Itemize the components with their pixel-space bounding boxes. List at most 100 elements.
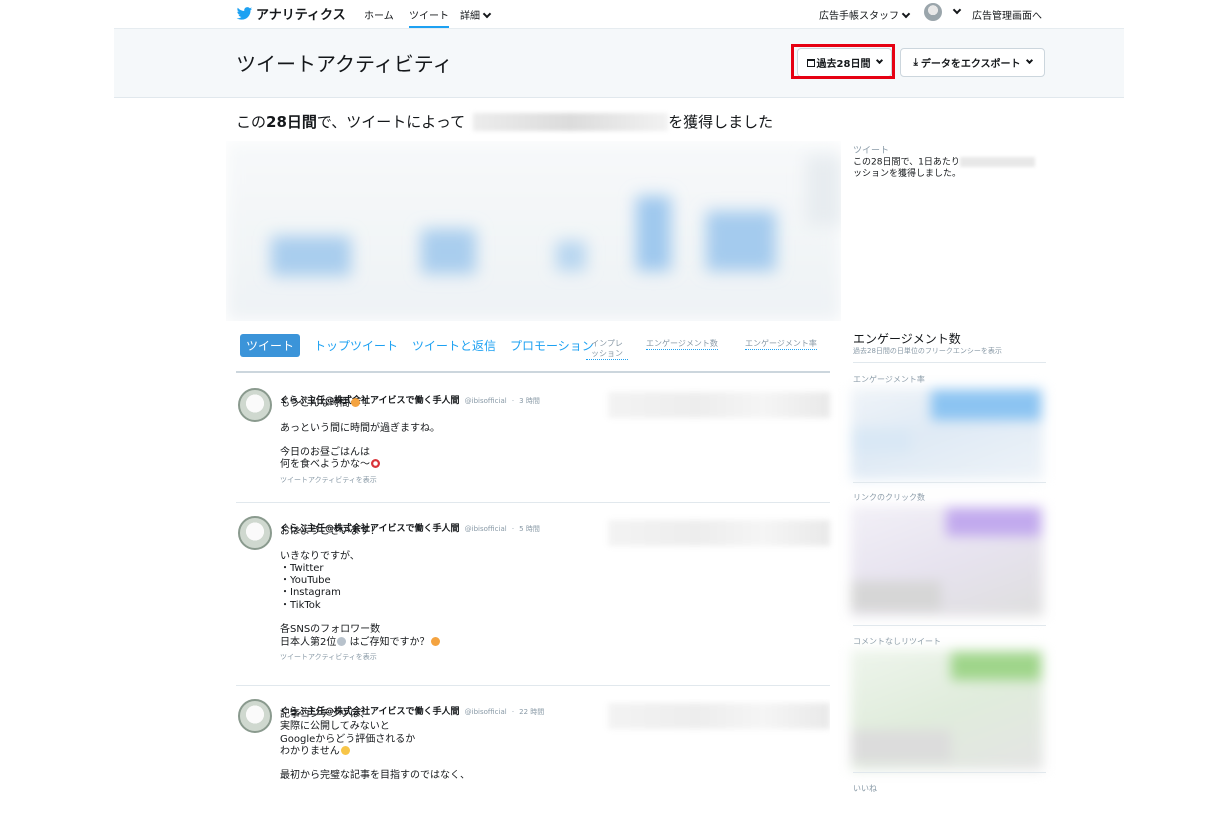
tweet-row[interactable]: ぐらぶ主任@株式会社アイビスで働く手人間 @ibisofficial · 3 時…: [236, 388, 830, 498]
tweet-line-text: 何を食べようかな〜: [280, 459, 370, 471]
panel-divider: [853, 362, 1046, 363]
twitter-bird-icon: [236, 6, 253, 20]
tweet-text: もうこんな時間 ！ あっという間に時間が過ぎますね。 今日のお昼ごはんは 何を食…: [280, 398, 440, 486]
panel-divider: [853, 772, 1046, 773]
chart-bar: [851, 730, 951, 762]
column-engagements[interactable]: エンゲージメント数: [646, 339, 718, 350]
tweet-time: 22 時間: [519, 708, 545, 716]
tweet-time: 3 時間: [519, 397, 540, 405]
column-engagement-rate[interactable]: エンゲージメント率: [745, 339, 817, 350]
nav-details-label: 詳細: [460, 11, 480, 22]
tweet-line: [280, 758, 470, 770]
tweet-line: ・Instagram: [280, 587, 341, 599]
chart-bar: [931, 390, 1041, 420]
tweet-handle: @ibisofficial: [464, 708, 507, 716]
page-title: ツイートアクティビティ: [236, 52, 453, 76]
highlight-box: [791, 44, 895, 79]
chart-bar: [636, 196, 671, 271]
impressions-chart: [226, 141, 841, 321]
tweet-metrics: [608, 520, 830, 546]
chart-bar: [946, 508, 1041, 536]
column-impressions[interactable]: インプレ ッション: [586, 339, 628, 360]
section-label: いいね: [853, 784, 877, 793]
chart-bar: [851, 428, 911, 453]
tweet-text: 記事コンテンツは、 実際に公開してみないと Googleからどう評価されるか わ…: [280, 709, 470, 783]
retweets-chart: [851, 650, 1043, 770]
export-data-button[interactable]: ⤓ データをエクスポート: [900, 48, 1045, 77]
summary-period: 28日間: [266, 113, 317, 131]
summary-suffix: を獲得しました: [668, 113, 774, 131]
tweet-activity-link[interactable]: ツイートアクティビティを表示: [280, 474, 440, 486]
chevron-down-icon: [482, 9, 492, 19]
tweet-dot: ·: [511, 708, 515, 716]
tweet-line: ・TikTok: [280, 599, 321, 611]
tweet-divider: [236, 502, 830, 503]
top-nav: アナリティクス ホーム ツイート 詳細 広告手帳スタッフ 広告管理画面へ: [0, 0, 1227, 28]
nav-tweets[interactable]: ツイート: [409, 7, 449, 28]
tweet-line-text: わかりません: [280, 745, 340, 757]
chart-bar: [421, 229, 476, 274]
tweet-line: Googleからどう評価されるか: [280, 733, 416, 745]
tweet-dot: ·: [511, 525, 515, 533]
tweet-avatar[interactable]: [238, 388, 272, 422]
tab-promotions[interactable]: プロモーション: [510, 337, 594, 354]
tweet-line-text: 日本人第2位: [280, 636, 337, 648]
tweet-avatar[interactable]: [238, 516, 272, 550]
tweet-metrics: [608, 703, 830, 729]
chart-bar: [706, 211, 776, 271]
panel-divider: [853, 625, 1046, 626]
user-avatar[interactable]: [924, 3, 942, 21]
tweet-line: ・Twitter: [280, 562, 324, 574]
chart-bar: [806, 156, 841, 226]
tweet-line-text: はご存知ですか？: [349, 636, 430, 648]
section-label: コメントなしリツイート: [853, 637, 941, 646]
tweet-line: いきなりですが、: [280, 550, 360, 562]
engagement-panel-subtitle: 過去28日間の日単位のフリークエンシーを表示: [853, 347, 1002, 355]
section-label: エンゲージメント率: [853, 375, 925, 384]
chart-bar: [851, 581, 941, 611]
tweet-row[interactable]: ぐらぶ主任@株式会社アイビスで働く手人間 @ibisofficial · 22 …: [236, 699, 830, 799]
redacted-value: [959, 157, 1035, 167]
tweet-line: [280, 612, 440, 624]
brand-text: アナリティクス: [256, 8, 346, 23]
export-label: データをエクスポート: [920, 59, 1021, 70]
ads-manager-link[interactable]: 広告管理画面へ: [972, 7, 1042, 22]
account-menu[interactable]: 広告手帳スタッフ: [819, 7, 911, 22]
side-note-label: ツイート: [853, 146, 890, 156]
tweet-handle: @ibisofficial: [464, 397, 507, 405]
brand[interactable]: アナリティクス: [236, 4, 346, 23]
tweet-line: 各SNSのフォロワー数: [280, 624, 381, 636]
tweet-avatar[interactable]: [238, 699, 272, 733]
section-label: リンクのクリック数: [853, 493, 925, 502]
tweet-divider: [236, 685, 830, 686]
redacted-value: [473, 112, 669, 131]
link-clicks-chart: [851, 506, 1043, 616]
tweet-line: 最初から完璧な記事を目指すのではなく、: [280, 770, 470, 782]
list-divider: [236, 371, 830, 373]
summary-middle: で、ツイートによって: [316, 113, 466, 131]
tweet-activity-link[interactable]: ツイートアクティビティを表示: [280, 651, 440, 663]
tweet-tabs: ツイート トップツイート ツイートと返信 プロモーション: [240, 334, 608, 357]
tweet-line: わかりません: [280, 745, 470, 758]
tab-tweets-replies[interactable]: ツイートと返信: [412, 337, 496, 354]
nav-home[interactable]: ホーム: [364, 7, 394, 22]
summary-sentence: この 28日間 で、ツイートによって を獲得しました: [236, 111, 773, 132]
account-name: 広告手帳スタッフ: [819, 11, 899, 22]
nav-details[interactable]: 詳細: [460, 7, 492, 22]
tab-top-tweets[interactable]: トップツイート: [314, 337, 398, 354]
tweet-row[interactable]: ぐらぶ主任@株式会社アイビスで働く手人間 @ibisofficial · 5 時…: [236, 516, 830, 681]
tweet-line: あっという間に時間が過ぎますね。: [280, 422, 440, 434]
side-note: ツイート この28日間で、1日あたり ッションを獲得しました。: [853, 146, 1048, 180]
chart-bar: [951, 652, 1041, 680]
tweet-handle: @ibisofficial: [464, 525, 507, 533]
tweet-metrics: [608, 392, 830, 418]
tweet-time: 5 時間: [519, 525, 540, 533]
tweet-line: [280, 410, 440, 422]
tweet-line-text: もうこんな時間: [280, 398, 350, 409]
emoji-icon: [430, 636, 440, 646]
tab-tweets[interactable]: ツイート: [240, 334, 301, 357]
summary-prefix: この: [236, 113, 267, 131]
tweet-line: 実際に公開してみないと: [280, 721, 390, 733]
chevron-down-icon[interactable]: [952, 5, 962, 15]
tweet-line: 記事コンテンツは、: [280, 709, 370, 720]
